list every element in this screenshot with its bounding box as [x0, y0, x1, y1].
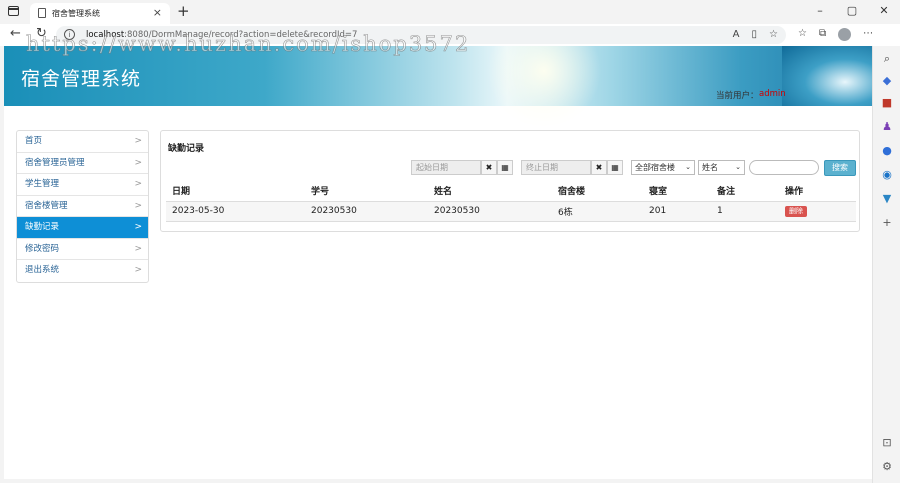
start-date-input[interactable]: 起始日期 [411, 160, 481, 175]
current-user-label: 当前用户： [716, 91, 759, 101]
games-icon[interactable]: ♟ [881, 120, 893, 133]
end-calendar-icon[interactable]: ▦ [607, 160, 623, 175]
field-select[interactable]: 姓名 ⌄ [698, 160, 745, 175]
header-wave [782, 46, 872, 106]
current-user-name: admin [759, 89, 786, 99]
toolbox-icon[interactable]: ■ [881, 96, 893, 109]
browser-tabbar: 宿舍管理系统 × + – ▢ ✕ [0, 0, 900, 24]
close-window-icon[interactable]: ✕ [868, 0, 900, 24]
col-date: 日期 [166, 181, 305, 202]
site-header: 宿舍管理系统 当前用户： admin [4, 46, 872, 126]
menu-item-absence-records[interactable]: 缺勤记录 > [17, 217, 148, 239]
cell-room: 201 [643, 201, 711, 222]
more-menu-icon[interactable]: ⋯ [863, 28, 873, 41]
add-icon[interactable]: + [881, 216, 893, 229]
edge-sidebar: ⌕ ◆ ■ ♟ ● ◉ ▼ + ⊡ ⚙ [872, 46, 900, 483]
refresh-icon[interactable]: ↻ [36, 26, 47, 41]
filter-bar: 起始日期 ✖ ▦ 终止日期 ✖ ▦ 全部宿舍楼 ⌄ 姓名 ⌄ 搜索 [161, 160, 861, 177]
cell-date: 2023-05-30 [166, 201, 305, 222]
col-remark: 备注 [711, 181, 779, 202]
cell-remark: 1 [711, 201, 779, 222]
tab-title: 宿舍管理系统 [52, 9, 100, 18]
menu-item-students[interactable]: 学生管理 > [17, 174, 148, 196]
minimize-icon[interactable]: – [804, 0, 836, 24]
chevron-down-icon: ⌄ [735, 163, 741, 171]
profile-avatar[interactable] [838, 28, 852, 41]
cell-action: 删除 [779, 201, 856, 222]
chevron-right-icon: > [134, 136, 142, 146]
col-building: 宿舍楼 [552, 181, 643, 202]
favorites-icon[interactable]: ☆ [798, 28, 807, 41]
tag-icon[interactable]: ◆ [881, 74, 893, 87]
clear-end-date-icon[interactable]: ✖ [591, 160, 607, 175]
site-info-icon[interactable]: i [64, 29, 75, 40]
menu-item-change-password[interactable]: 修改密码 > [17, 239, 148, 260]
search-input[interactable] [749, 160, 819, 175]
chevron-right-icon: > [134, 157, 142, 168]
address-bar: ← ↻ i localhost:8080/DormManage/record?a… [0, 24, 900, 46]
collections-icon[interactable]: ⧉ [819, 28, 826, 41]
site-title: 宿舍管理系统 [21, 68, 142, 90]
window-menu-icon[interactable] [8, 6, 19, 16]
outlook-icon[interactable]: ◉ [881, 168, 893, 181]
url-field[interactable]: i localhost:8080/DormManage/record?actio… [56, 26, 786, 44]
url-text: localhost:8080/DormManage/record?action=… [86, 30, 358, 40]
building-select[interactable]: 全部宿舍楼 ⌄ [631, 160, 695, 175]
chevron-right-icon: > [134, 265, 142, 275]
page-viewport: 宿舍管理系统 当前用户： admin 首页 > 宿舍管理员管理 > 学生管理 > 宿舍… [4, 46, 872, 479]
new-tab-icon[interactable]: + [177, 2, 190, 20]
screenshot-icon[interactable]: ⊡ [881, 436, 893, 449]
chevron-right-icon: > [134, 200, 142, 211]
table-header-row: 日期 学号 姓名 宿舍楼 寝室 备注 操作 [166, 181, 856, 202]
col-student-id: 学号 [305, 181, 428, 202]
read-aloud-icon[interactable]: A [733, 29, 740, 40]
side-menu: 首页 > 宿舍管理员管理 > 学生管理 > 宿舍楼管理 > 缺勤记录 > 修改密码 > 退出… [16, 130, 149, 283]
records-table: 日期 学号 姓名 宿舍楼 寝室 备注 操作 2023-05-30 2023053… [166, 181, 856, 222]
header-sun-glow [484, 46, 604, 126]
url-actions: A ▯ ☆ [733, 29, 778, 40]
back-icon[interactable]: ← [10, 26, 21, 41]
chevron-right-icon: > [134, 179, 142, 189]
cell-name: 20230530 [428, 201, 552, 222]
clear-start-date-icon[interactable]: ✖ [481, 160, 497, 175]
col-action: 操作 [779, 181, 856, 202]
chevron-right-icon: > [134, 222, 142, 232]
delete-button[interactable]: 删除 [785, 205, 807, 217]
copilot-icon[interactable]: ● [881, 144, 893, 157]
page-icon [38, 8, 46, 18]
chevron-down-icon: ⌄ [685, 163, 691, 171]
start-calendar-icon[interactable]: ▦ [497, 160, 513, 175]
cell-building: 6栋 [552, 201, 643, 222]
browser-toolbar: ☆ ⧉ ⋯ [798, 28, 873, 41]
favorite-add-icon[interactable]: ☆ [769, 29, 778, 40]
reader-view-icon[interactable]: ▯ [752, 29, 758, 40]
panel-title: 缺勤记录 [168, 144, 205, 154]
search-button[interactable]: 搜索 [824, 160, 856, 176]
col-name: 姓名 [428, 181, 552, 202]
cell-student-id: 20230530 [305, 201, 428, 222]
menu-item-home[interactable]: 首页 > [17, 131, 148, 153]
search-icon[interactable]: ⌕ [881, 52, 893, 66]
table-row: 2023-05-30 20230530 20230530 6栋 201 1 删除 [166, 201, 856, 222]
shopping-icon[interactable]: ▼ [881, 192, 893, 205]
chevron-right-icon: > [134, 243, 142, 254]
menu-item-dorm-admin[interactable]: 宿舍管理员管理 > [17, 153, 148, 174]
maximize-icon[interactable]: ▢ [836, 0, 868, 24]
settings-icon[interactable]: ⚙ [881, 460, 893, 473]
menu-item-buildings[interactable]: 宿舍楼管理 > [17, 196, 148, 217]
menu-item-logout[interactable]: 退出系统 > [17, 260, 148, 282]
close-tab-icon[interactable]: × [153, 6, 162, 19]
browser-tab[interactable]: 宿舍管理系统 × [30, 3, 170, 24]
absence-records-panel: 缺勤记录 起始日期 ✖ ▦ 终止日期 ✖ ▦ 全部宿舍楼 ⌄ 姓名 ⌄ 搜索 日期 … [160, 130, 860, 232]
col-room: 寝室 [643, 181, 711, 202]
window-controls: – ▢ ✕ [804, 0, 900, 24]
end-date-input[interactable]: 终止日期 [521, 160, 591, 175]
